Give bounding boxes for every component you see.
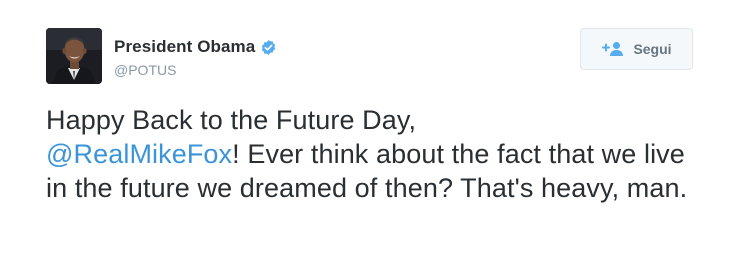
add-user-icon — [601, 41, 625, 57]
mention-link[interactable]: @RealMikeFox — [46, 139, 232, 169]
follow-button[interactable]: Segui — [580, 28, 693, 70]
tweet-card: President Obama @POTUS Segui Happy Back … — [0, 0, 735, 260]
verified-badge-icon — [260, 39, 277, 56]
author-display-name[interactable]: President Obama — [114, 37, 255, 57]
avatar-image — [46, 28, 102, 84]
tweet-text: Happy Back to the Future Day, @RealMikeF… — [46, 103, 706, 205]
author-name-row[interactable]: President Obama — [114, 36, 277, 58]
author-screen-name[interactable]: @POTUS — [114, 62, 176, 78]
avatar[interactable] — [46, 28, 102, 84]
tweet-text-line1: Happy Back to the Future Day, — [46, 105, 417, 135]
follow-button-label: Segui — [633, 41, 672, 57]
